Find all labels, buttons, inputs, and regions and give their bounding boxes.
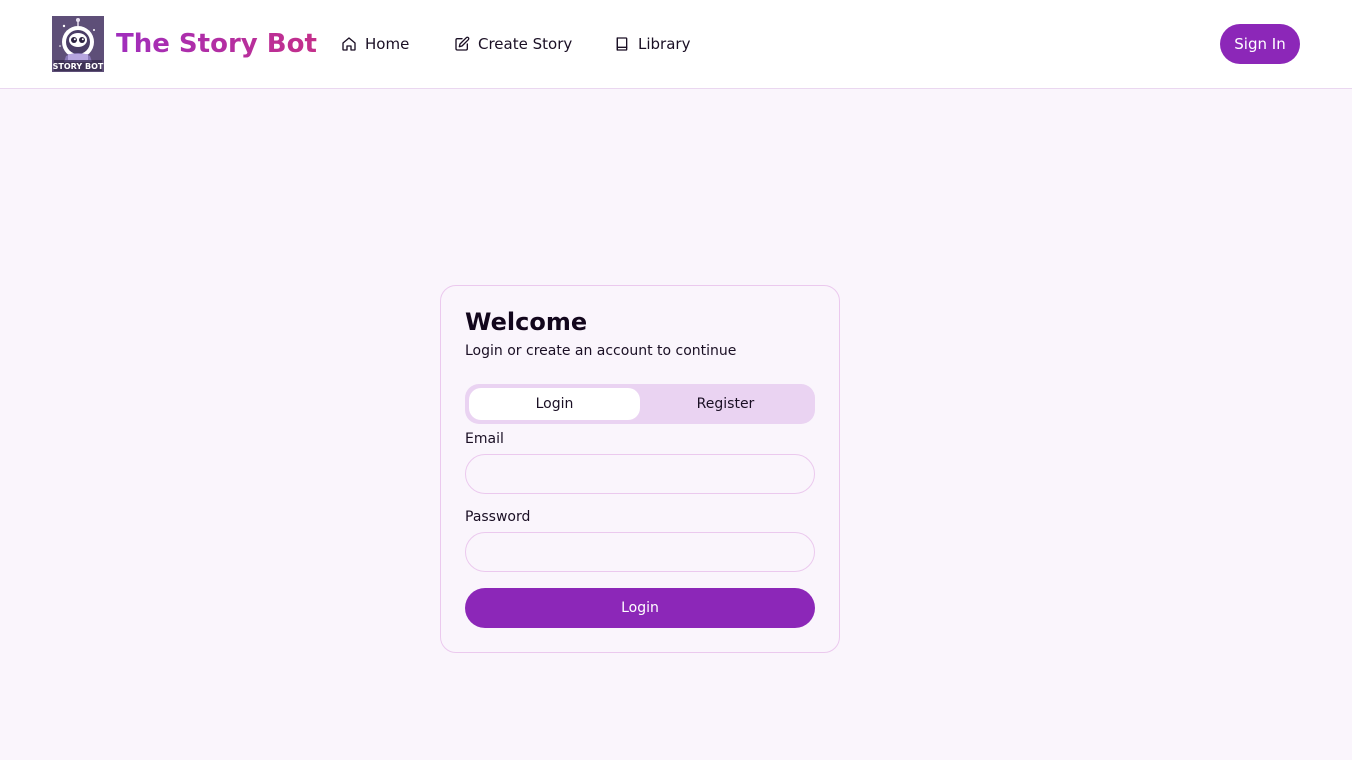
- book-icon: [614, 36, 630, 52]
- email-label: Email: [465, 431, 504, 447]
- sign-in-button[interactable]: Sign In: [1220, 24, 1300, 64]
- home-icon: [341, 36, 357, 52]
- password-field[interactable]: [465, 532, 815, 572]
- edit-icon: [454, 36, 470, 52]
- nav-create-story-label: Create Story: [478, 35, 573, 53]
- card-title: Welcome: [465, 308, 588, 336]
- robot-logo-icon: STORY BOT: [52, 16, 104, 72]
- card-subtitle: Login or create an account to continue: [465, 343, 737, 359]
- logo-image[interactable]: STORY BOT: [52, 16, 104, 72]
- svg-text:STORY BOT: STORY BOT: [53, 62, 104, 71]
- tab-register[interactable]: Register: [640, 388, 811, 420]
- nav-library[interactable]: Library: [614, 32, 690, 56]
- tab-login[interactable]: Login: [469, 388, 640, 420]
- auth-tabs: Login Register: [465, 384, 815, 424]
- nav-home[interactable]: Home: [341, 32, 409, 56]
- password-label: Password: [465, 509, 531, 525]
- brand-title[interactable]: The Story Bot: [116, 26, 317, 62]
- login-submit-button[interactable]: Login: [465, 588, 815, 628]
- auth-card: Welcome Login or create an account to co…: [440, 285, 840, 653]
- email-field[interactable]: [465, 454, 815, 494]
- nav-home-label: Home: [365, 35, 410, 53]
- nav-create-story[interactable]: Create Story: [454, 32, 572, 56]
- nav-library-label: Library: [638, 35, 691, 53]
- top-header: STORY BOT The Story Bot Home Create Stor…: [0, 0, 1352, 89]
